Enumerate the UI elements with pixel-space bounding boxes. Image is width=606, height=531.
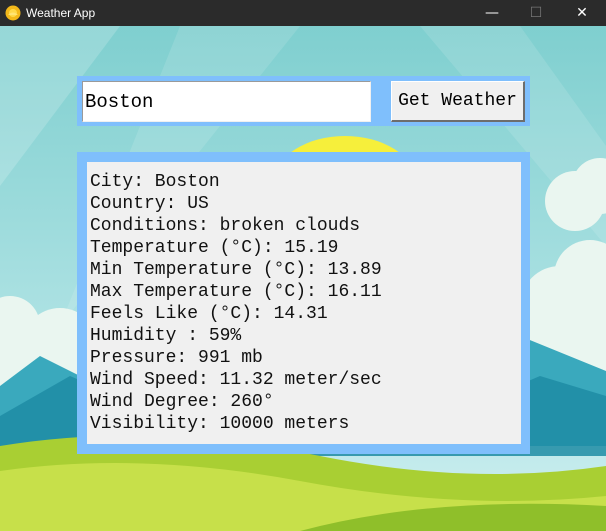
window-title: Weather App	[26, 6, 96, 20]
wind-degree-line: Wind Degree: 260°	[90, 392, 274, 412]
wind-speed-line: Wind Speed: 11.32 meter/sec	[90, 370, 382, 390]
get-weather-button[interactable]: Get Weather	[391, 81, 525, 122]
conditions-line: Conditions: broken clouds	[90, 216, 361, 236]
country-line: Country: US	[90, 194, 209, 214]
minimize-button[interactable]: —	[469, 0, 515, 26]
humidity-line: Humidity : 59%	[90, 326, 242, 346]
maximize-button[interactable]: ☐	[513, 0, 559, 26]
title-bar: Weather App — ☐ ✕	[0, 0, 606, 26]
pressure-line: Pressure: 991 mb	[90, 348, 263, 368]
close-button[interactable]: ✕	[559, 0, 605, 26]
sun-icon	[5, 5, 21, 21]
max-temperature-line: Max Temperature (°C): 16.11	[90, 282, 382, 302]
weather-results-panel: City: Boston Country: US Conditions: bro…	[87, 162, 521, 444]
city-input[interactable]	[82, 81, 371, 122]
city-line: City: Boston	[90, 172, 220, 192]
min-temperature-line: Min Temperature (°C): 13.89	[90, 260, 382, 280]
visibility-line: Visibility: 10000 meters	[90, 414, 350, 434]
temperature-line: Temperature (°C): 15.19	[90, 238, 339, 258]
feels-like-line: Feels Like (°C): 14.31	[90, 304, 328, 324]
